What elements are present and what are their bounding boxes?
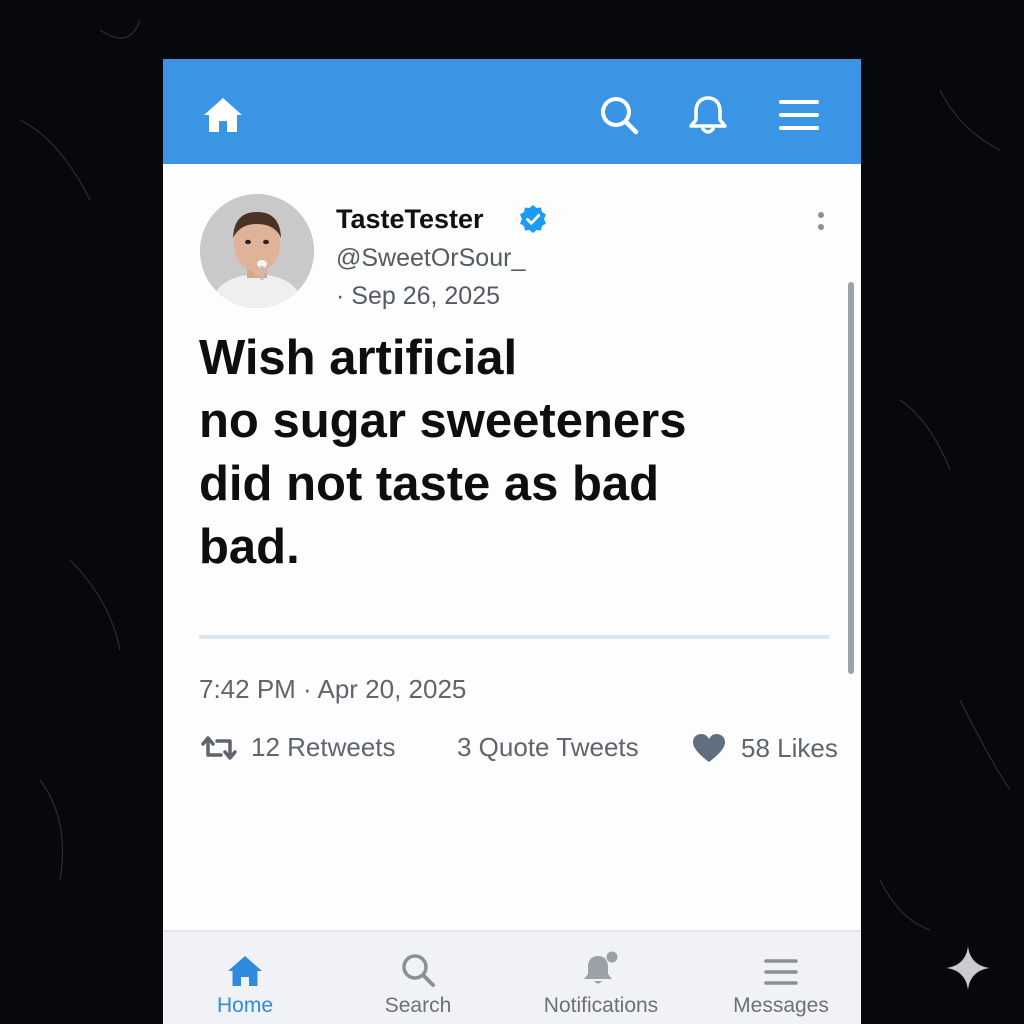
bottom-nav-notifications-label: Notifications — [543, 994, 659, 1017]
user-handle[interactable]: @SweetOrSour_ — [336, 244, 525, 273]
scrollbar[interactable] — [848, 282, 854, 674]
search-icon — [402, 954, 435, 987]
likes-stat[interactable]: 58 Likes — [691, 732, 838, 764]
hamburger-menu-icon[interactable] — [777, 93, 821, 137]
more-options-icon[interactable] — [811, 206, 831, 236]
home-icon[interactable] — [201, 93, 245, 137]
bottom-nav-home[interactable]: Home — [195, 932, 295, 1024]
home-icon — [228, 956, 262, 986]
phone-screen: TasteTester @SweetOrSour_ · Sep 26, 2025… — [163, 59, 861, 1024]
sparkle-icon — [946, 946, 990, 990]
search-icon[interactable] — [597, 93, 641, 137]
retweet-icon — [201, 735, 237, 760]
likes-count: 58 Likes — [741, 732, 838, 763]
bell-icon — [584, 951, 618, 984]
display-name[interactable]: TasteTester — [336, 204, 484, 235]
bottom-nav-search[interactable]: Search — [368, 932, 468, 1024]
bottom-navigation-bar: Home Search Notifications Messages — [163, 930, 861, 1024]
bottom-nav-search-label: Search — [384, 994, 452, 1017]
hamburger-menu-icon — [764, 959, 798, 985]
post-date: · Sep 26, 2025 — [336, 282, 501, 310]
bottom-nav-notifications[interactable]: Notifications — [531, 932, 671, 1024]
bottom-nav-messages-label: Messages — [733, 994, 829, 1017]
verified-badge-icon — [520, 205, 546, 233]
tweet-timestamp: 7:42 PM · Apr 20, 2025 — [199, 674, 467, 704]
heart-icon — [693, 734, 725, 762]
bell-icon[interactable] — [686, 93, 730, 137]
avatar[interactable] — [200, 194, 314, 308]
top-navigation-bar — [163, 59, 861, 164]
retweets-stat[interactable]: 12 Retweets — [199, 732, 396, 763]
bottom-nav-home-label: Home — [216, 994, 274, 1017]
quote-tweets-stat[interactable]: 3 Quote Tweets — [457, 732, 639, 763]
quote-tweets-count: 3 Quote Tweets — [457, 732, 639, 762]
tweet-text: Wish artificial no sugar sweeteners did … — [199, 331, 687, 574]
bottom-nav-messages[interactable]: Messages — [725, 932, 837, 1024]
tweet-card: TasteTester @SweetOrSour_ · Sep 26, 2025… — [163, 164, 861, 990]
retweets-count: 12 Retweets — [251, 732, 396, 762]
divider — [199, 635, 829, 639]
